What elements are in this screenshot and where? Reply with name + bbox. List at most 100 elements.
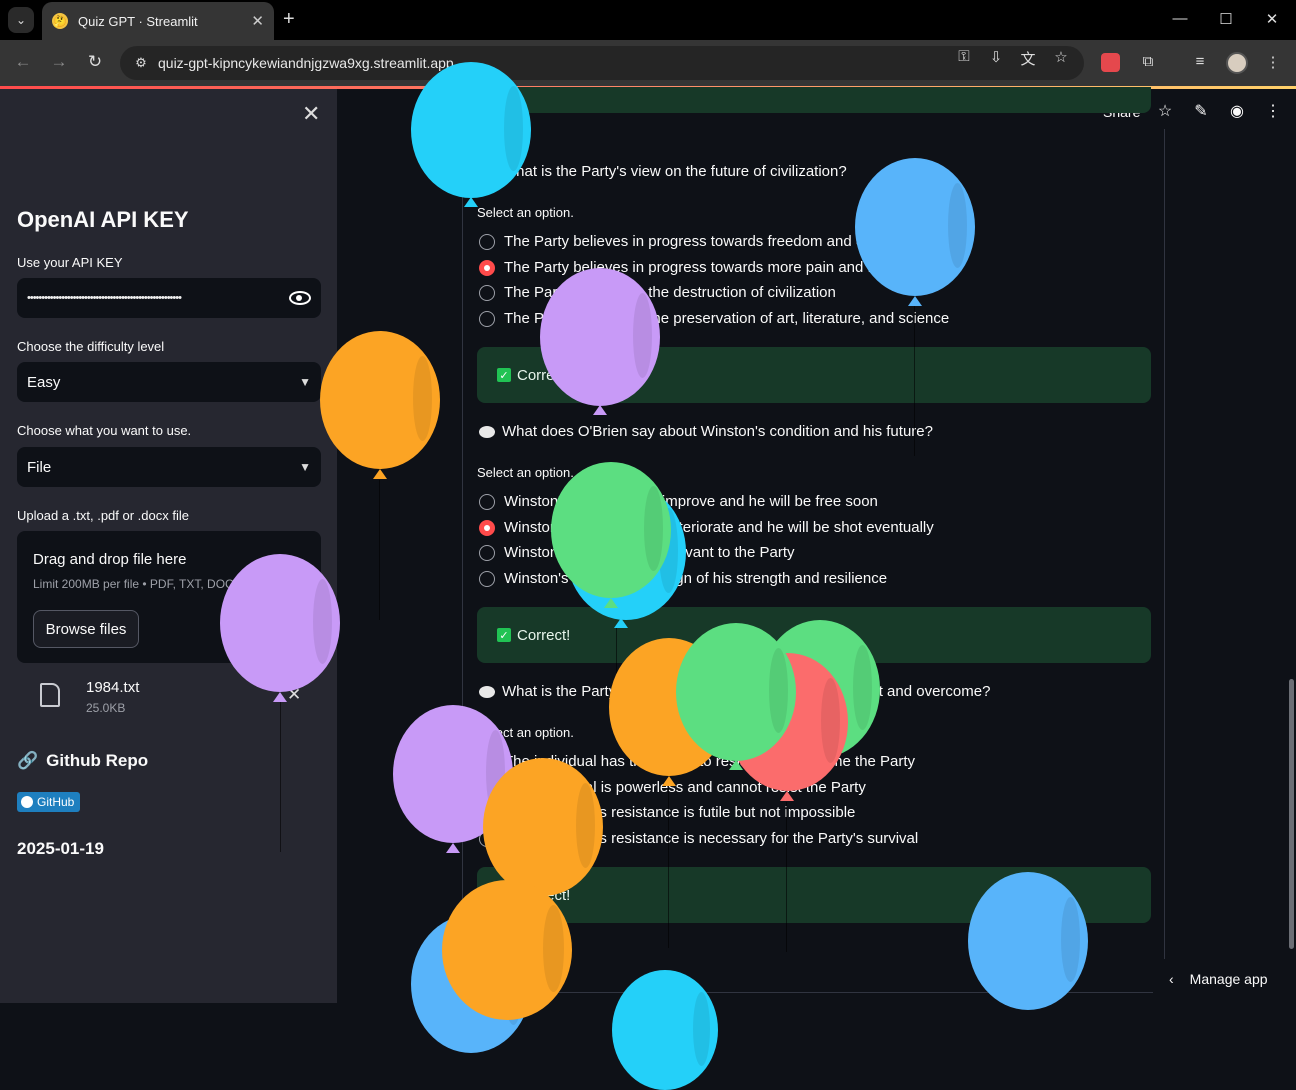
q1-option-4[interactable]: The Party believes in the preservation o… [479,310,949,327]
show-password-eye-icon[interactable] [289,291,311,305]
install-app-icon[interactable]: ⇩ [986,48,1006,66]
uploaded-file-name: 1984.txt [86,679,140,696]
uploaded-file-size: 25.0KB [86,701,126,715]
radio-button-selected[interactable] [479,779,495,796]
source-select[interactable]: File ▼ [17,447,321,487]
check-icon: ✓ [497,368,511,382]
sidebar-close-icon[interactable]: ✕ [302,101,320,127]
question-2: What does O'Brien say about Winston's co… [479,423,933,440]
radio-button[interactable] [479,753,495,770]
q2-option-3[interactable]: Winston's condition is irrelevant to the… [479,544,795,561]
tab-close-icon[interactable]: ✕ [251,12,264,30]
github-header-icon[interactable]: ◉ [1227,101,1247,121]
browser-menu-icon[interactable]: ⋮ [1262,53,1284,71]
q3-option-2[interactable]: The individual is powerless and cannot r… [479,779,866,796]
new-tab-plus-icon[interactable]: + [283,8,295,31]
dropzone-title: Drag and drop file here [33,551,187,568]
radio-button[interactable] [479,493,495,510]
option-label: The individual's resistance is futile bu… [504,804,856,821]
reload-icon[interactable]: ↻ [84,52,106,72]
q3-option-3[interactable]: The individual's resistance is futile bu… [479,804,855,821]
github-repo-title: Github Repo [46,751,149,770]
tab-search-chevron-icon[interactable]: ⌄ [8,7,34,33]
radio-button-selected[interactable] [479,259,495,276]
q1-option-3[interactable]: The Party believes in the destruction of… [479,284,836,301]
window-close-icon[interactable]: ✕ [1262,10,1282,28]
password-key-icon[interactable]: ⚿ [954,48,974,65]
profile-avatar[interactable] [1226,52,1248,74]
remove-file-icon[interactable]: ✕ [287,685,301,705]
q2-option-2[interactable]: Winston's condition will deteriorate and… [479,519,934,536]
result-text: Correct! [517,366,571,384]
extensions-puzzle-icon[interactable]: ⧉ [1137,53,1159,70]
q1-option-1[interactable]: The Party believes in progress towards f… [479,233,908,250]
github-repo-heading: 🔗 Github Repo [17,751,148,771]
q3-option-1[interactable]: The individual has the power to resist a… [479,753,915,770]
github-badge[interactable]: GitHub [17,792,81,812]
maximize-icon[interactable]: ☐ [1216,10,1236,28]
q2-option-4[interactable]: Winston's condition is a sign of his str… [479,570,887,587]
dropzone-limit: Limit 200MB per file • PDF, TXT, DOCX [33,577,233,591]
radio-button-selected[interactable] [479,519,495,536]
difficulty-label: Choose the difficulty level [17,339,165,354]
success-banner-top [477,87,1151,113]
translate-icon[interactable]: 文 [1018,48,1038,69]
tab-title: Quiz GPT · Streamlit [78,13,198,29]
check-icon: ✓ [497,628,511,642]
option-label: The individual is powerless and cannot r… [504,779,866,796]
check-icon: ✓ [497,888,511,902]
q3-option-4[interactable]: The individual's resistance is necessary… [479,830,918,847]
manage-app-label: Manage app [1189,971,1268,987]
result-text: Correct! [517,886,571,904]
q2-option-1[interactable]: Winston's condition will improve and he … [479,493,878,510]
extension-icon[interactable] [1101,53,1120,72]
success-message-3: ✓ Correct! [477,867,1151,923]
option-label: The Party believes in the preservation o… [504,310,950,327]
page-scrollbar[interactable] [1289,679,1294,949]
radio-button[interactable] [479,570,495,587]
file-icon [40,683,60,707]
question-3-text: What is the Party's view on the individu… [502,683,991,700]
api-key-value[interactable]: ••••••••••••••••••••••••••••••••••••••••… [27,292,263,304]
api-key-input[interactable]: ••••••••••••••••••••••••••••••••••••••••… [17,278,321,318]
speech-bubble-icon [479,685,495,698]
address-bar[interactable]: ⚙ quiz-gpt-kipncykewiandnjgzwa9xg.stream… [120,46,1084,80]
speech-bubble-icon [479,425,495,438]
star-icon[interactable]: ☆ [1155,101,1175,121]
edit-pencil-icon[interactable]: ✎ [1191,101,1211,121]
difficulty-value: Easy [27,373,61,391]
option-label: The Party believes in progress towards f… [504,233,908,250]
form-border-left [462,129,463,959]
chevron-down-icon: ▼ [299,375,311,389]
difficulty-select[interactable]: Easy ▼ [17,362,321,402]
github-icon [21,796,33,808]
option-label: Winston's condition is irrelevant to the… [504,544,795,561]
file-dropzone[interactable]: Drag and drop file here Limit 200MB per … [17,531,321,663]
radio-button[interactable] [479,284,495,301]
success-message-2: ✓ Correct! [477,607,1151,663]
api-key-label: Use your API KEY [17,255,123,270]
question-3: What is the Party's view on the individu… [479,683,990,700]
site-settings-icon[interactable]: ⚙ [130,52,152,74]
sidebar-heading: OpenAI API KEY [17,207,189,232]
browse-files-button[interactable]: Browse files [33,610,139,648]
minimize-icon[interactable]: — [1170,10,1190,27]
forward-arrow-icon[interactable]: → [48,52,70,72]
browser-toolbar: ← → ↻ ⚙ quiz-gpt-kipncykewiandnjgzwa9xg.… [0,40,1296,86]
url-text[interactable]: quiz-gpt-kipncykewiandnjgzwa9xg.streamli… [158,55,454,71]
back-arrow-icon[interactable]: ← [12,52,34,72]
radio-button[interactable] [479,310,495,327]
radio-button[interactable] [479,544,495,561]
media-control-icon[interactable]: ≡ [1189,53,1211,70]
upload-label: Upload a .txt, .pdf or .docx file [17,508,189,523]
bookmark-star-icon[interactable]: ☆ [1051,48,1071,66]
radio-button[interactable] [479,804,495,821]
select-label-2: Select an option. [477,465,574,480]
radio-button[interactable] [479,233,495,250]
q1-option-2[interactable]: The Party believes in progress towards m… [479,259,893,276]
browser-tab[interactable]: 🤔 Quiz GPT · Streamlit ✕ [42,2,274,40]
radio-button[interactable] [479,830,495,847]
date-text: 2025-01-19 [17,839,104,858]
manage-app-button[interactable]: ‹ Manage app [1169,971,1268,987]
app-menu-icon[interactable]: ⋮ [1263,101,1283,121]
